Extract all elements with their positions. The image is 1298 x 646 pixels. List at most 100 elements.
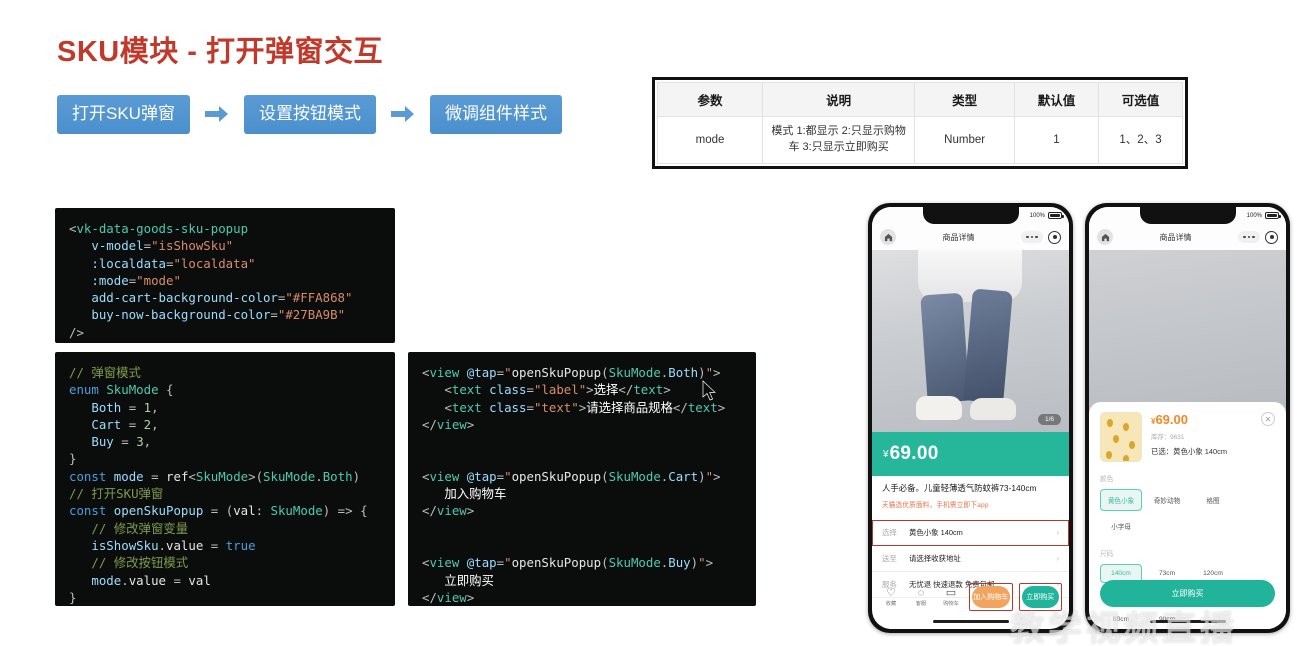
buy-now-button[interactable]: 立即购买 [1100, 580, 1275, 607]
slide-canvas: SKU模块 - 打开弹窗交互 打开SKU弹窗 设置按钮模式 微调组件样式 参数 … [0, 0, 1298, 646]
chevron-right-icon: › [1056, 528, 1059, 537]
code-line: // 弹窗模式 enum SkuMode { Both = 1, Cart = … [69, 365, 368, 605]
product-image[interactable]: 1/6 [872, 250, 1069, 432]
color-option[interactable]: 格图 [1192, 489, 1234, 511]
params-table-container: 参数 说明 类型 默认值 可选值 mode 模式 1:都显示 2:只显示购物车 … [652, 77, 1188, 169]
nav-title: 商品详情 [942, 232, 975, 242]
mouse-cursor-icon [702, 380, 716, 401]
spec-row-select[interactable]: 选择 黄色小象 140cm › [872, 520, 1069, 546]
step-chip-1[interactable]: 打开SKU弹窗 [57, 95, 190, 134]
product-title: 人手必备。儿童轻薄透气防蚊裤73-140cm [882, 483, 1037, 493]
favorite-button[interactable]: ♡ 收藏 [879, 587, 903, 607]
sku-selected-text: 已选：黄色小象 140cm [1151, 447, 1227, 456]
row-label: 送至 [882, 554, 897, 563]
price-currency: ¥ [883, 448, 889, 460]
row-value: 请选择收获地址 [909, 554, 961, 563]
image-shape-leg-left [920, 292, 970, 404]
price-banner: ¥ 69.00 [872, 432, 1069, 476]
capsule-buttons[interactable] [1021, 230, 1061, 244]
cart-label: 购物车 [943, 601, 959, 607]
image-shape-shoe-left [916, 396, 962, 420]
cart-button[interactable]: ▭ 购物车 [939, 587, 963, 607]
nav-bar: 商品详情 [1089, 224, 1286, 250]
color-options: 黄色小象 奇妙动物 格图 小字母 [1100, 489, 1275, 537]
step-flow: 打开SKU弹窗 设置按钮模式 微调组件样式 [57, 95, 562, 134]
color-option[interactable]: 小字母 [1100, 515, 1142, 537]
home-indicator [932, 619, 1009, 623]
page-title: SKU模块 - 打开弹窗交互 [57, 36, 384, 68]
cell-type: Number [914, 116, 1015, 164]
buy-now-button[interactable]: 立即购买 [1021, 586, 1059, 608]
th-desc: 说明 [761, 82, 916, 117]
code-line: <view @tap="openSkuPopup(SkuMode.Both)">… [422, 365, 726, 605]
row-value: 黄色小象 140cm [909, 528, 963, 537]
nav-title: 商品详情 [1159, 232, 1192, 242]
cell-desc: 模式 1:都显示 2:只显示购物车 3:只显示立即购买 [761, 116, 916, 164]
size-section-label: 尺码 [1100, 551, 1114, 558]
service-button[interactable]: ◌ 客服 [909, 587, 933, 607]
more-dots-icon[interactable] [1021, 231, 1043, 243]
table-header-row: 参数 说明 类型 默认值 可选值 [657, 82, 1183, 117]
more-dots-icon[interactable] [1238, 231, 1260, 243]
product-info: 人手必备。儿童轻薄透气防蚊裤73-140cm 天猫选优质面料，手机需立即下app [872, 476, 1069, 509]
arrow-right-icon [203, 103, 231, 125]
color-option[interactable]: 黄色小象 [1100, 489, 1142, 511]
phone-mockup-product-detail: 100% 商品详情 1/6 ¥ 69.00 人手必备。儿童轻薄透气防蚊裤73-1… [868, 203, 1073, 633]
target-icon[interactable] [1265, 230, 1278, 244]
home-icon[interactable] [1097, 229, 1113, 245]
image-shape-shoe-right [970, 398, 1016, 420]
code-block-markup: <vk-data-goods-sku-popup v-model="isShow… [55, 208, 395, 343]
step-chip-3[interactable]: 微调组件样式 [429, 95, 562, 134]
bottom-action-bar: ♡ 收藏 ◌ 客服 ▭ 购物车 加入购物车 立即购买 [872, 583, 1069, 611]
code-block-script: // 弹窗模式 enum SkuMode { Both = 1, Cart = … [55, 352, 395, 606]
phone-screen: 100% 商品详情 ¥69.00 库存：9631 已选：黄色小象 140cm ✕… [1089, 207, 1286, 629]
params-table: 参数 说明 类型 默认值 可选值 mode 模式 1:都显示 2:只显示购物车 … [657, 82, 1183, 164]
product-subtitle: 天猫选优质面料，手机需立即下app [882, 502, 989, 510]
th-type: 类型 [914, 82, 1015, 117]
image-shape-leg-right [963, 288, 1013, 404]
arrow-right-icon [389, 103, 417, 125]
table-row: mode 模式 1:都显示 2:只显示购物车 3:只显示立即购买 Number … [657, 116, 1183, 164]
target-icon[interactable] [1048, 230, 1061, 244]
color-section-label: 颜色 [1100, 476, 1114, 483]
battery-percent: 100% [1246, 212, 1262, 219]
spec-row-address[interactable]: 送至 请选择收获地址 › [872, 546, 1069, 572]
cell-param: mode [657, 116, 763, 164]
image-counter-badge: 1/6 [1037, 414, 1061, 425]
headset-icon: ◌ [917, 587, 925, 599]
th-options: 可选值 [1098, 82, 1183, 117]
sku-price-amount: 69.00 [1155, 412, 1188, 427]
phone-notch [922, 207, 1019, 224]
cart-icon: ▭ [945, 587, 957, 599]
code-line: <vk-data-goods-sku-popup v-model="isShow… [69, 221, 353, 340]
sku-popup-header: ¥69.00 库存：9631 已选：黄色小象 140cm ✕ [1100, 412, 1275, 462]
sku-price: ¥69.00 [1151, 412, 1227, 427]
add-to-cart-button[interactable]: 加入购物车 [972, 586, 1010, 608]
nav-bar: 商品详情 [872, 224, 1069, 250]
product-thumbnail [1100, 412, 1142, 462]
battery-icon [1265, 212, 1281, 219]
color-option[interactable]: 奇妙动物 [1146, 489, 1188, 511]
chevron-right-icon: › [1056, 554, 1059, 563]
phone-notch [1139, 207, 1236, 224]
step-chip-2[interactable]: 设置按钮模式 [243, 95, 376, 134]
heart-icon: ♡ [886, 587, 896, 599]
row-label: 选择 [882, 528, 897, 537]
capsule-buttons[interactable] [1238, 230, 1278, 244]
add-cart-highlight: 加入购物车 [969, 583, 1013, 611]
cell-options: 1、2、3 [1098, 116, 1183, 164]
home-indicator [1149, 619, 1226, 623]
cell-default: 1 [1014, 116, 1099, 164]
home-icon[interactable] [880, 229, 896, 245]
th-default: 默认值 [1014, 82, 1099, 117]
battery-percent: 100% [1029, 212, 1045, 219]
close-icon[interactable]: ✕ [1261, 412, 1275, 426]
phone-mockup-sku-popup: 100% 商品详情 ¥69.00 库存：9631 已选：黄色小象 140cm ✕… [1085, 203, 1290, 633]
battery-icon [1048, 212, 1064, 219]
price-amount: 69.00 [889, 443, 939, 464]
sku-stock: 库存：9631 [1151, 434, 1185, 441]
sku-popup: ¥69.00 库存：9631 已选：黄色小象 140cm ✕ 颜色 黄色小象 奇… [1089, 402, 1286, 629]
phone-screen: 100% 商品详情 1/6 ¥ 69.00 人手必备。儿童轻薄透气防蚊裤73-1… [872, 207, 1069, 629]
size-option[interactable]: 80cm [1100, 610, 1142, 629]
service-label: 客服 [915, 601, 927, 607]
